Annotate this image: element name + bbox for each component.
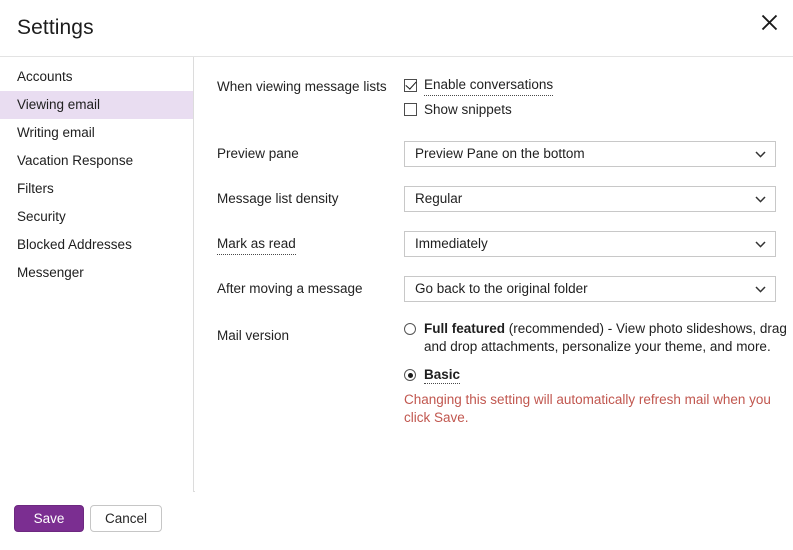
sidebar-item-label: Viewing email [17, 97, 100, 112]
sidebar-item-vacation-response[interactable]: Vacation Response [0, 147, 193, 175]
sidebar-item-security[interactable]: Security [0, 203, 193, 231]
select-message-list-density[interactable]: Regular [404, 186, 776, 212]
select-mark-as-read-value: Immediately [415, 232, 488, 256]
radio-label-basic-bold: Basic [424, 367, 460, 384]
sidebar-item-label: Accounts [17, 69, 73, 84]
checkbox-box-unchecked-icon [404, 103, 417, 116]
select-preview-pane[interactable]: Preview Pane on the bottom [404, 141, 776, 167]
close-x-icon [761, 14, 778, 31]
page-title: Settings [17, 15, 94, 41]
select-after-moving-message-value: Go back to the original folder [415, 277, 588, 301]
settings-sidebar: Accounts Viewing email Writing email Vac… [0, 57, 194, 492]
save-button[interactable]: Save [14, 505, 84, 532]
label-message-list-density: Message list density [217, 190, 339, 208]
chevron-down-icon [755, 232, 766, 256]
checkbox-show-snippets[interactable]: Show snippets [404, 100, 553, 119]
close-button[interactable] [753, 6, 785, 38]
sidebar-item-label: Blocked Addresses [17, 237, 132, 252]
checkbox-enable-conversations[interactable]: Enable conversations [404, 76, 553, 95]
select-after-moving-message[interactable]: Go back to the original folder [404, 276, 776, 302]
radio-unselected-icon [404, 323, 416, 335]
radio-selected-icon [404, 369, 416, 381]
radio-label-basic: Basic [424, 366, 789, 384]
field-mail-version: Full featured (recommended) - View photo… [404, 320, 789, 427]
sidebar-item-label: Security [17, 209, 66, 224]
radio-label-full-featured-bold: Full featured [424, 321, 505, 336]
sidebar-item-label: Vacation Response [17, 153, 133, 168]
sidebar-item-label: Writing email [17, 125, 95, 140]
checkbox-box-checked-icon [404, 79, 417, 92]
radio-full-featured[interactable]: Full featured (recommended) - View photo… [404, 320, 789, 356]
label-mail-version: Mail version [217, 327, 289, 345]
radio-basic[interactable]: Basic [404, 366, 789, 384]
sidebar-item-messenger[interactable]: Messenger [0, 259, 193, 287]
mail-version-warning-text: Changing this setting will automatically… [404, 391, 772, 427]
radio-label-full-featured: Full featured (recommended) - View photo… [424, 320, 789, 356]
dialog-body: Accounts Viewing email Writing email Vac… [0, 57, 793, 492]
checkbox-label-enable-conversations: Enable conversations [424, 76, 553, 96]
dialog-footer: Save Cancel [0, 493, 793, 550]
select-message-list-density-value: Regular [415, 187, 462, 211]
sidebar-item-blocked-addresses[interactable]: Blocked Addresses [0, 231, 193, 259]
select-mark-as-read[interactable]: Immediately [404, 231, 776, 257]
checkbox-label-show-snippets: Show snippets [424, 101, 512, 119]
chevron-down-icon [755, 187, 766, 211]
label-after-moving-a-message: After moving a message [217, 280, 363, 298]
chevron-down-icon [755, 142, 766, 166]
sidebar-item-label: Filters [17, 181, 54, 196]
settings-dialog: Settings Accounts Viewing email Writing … [0, 0, 793, 550]
sidebar-item-viewing-email[interactable]: Viewing email [0, 91, 193, 119]
label-when-viewing-message-lists: When viewing message lists [217, 78, 387, 96]
cancel-button[interactable]: Cancel [90, 505, 162, 532]
chevron-down-icon [755, 277, 766, 301]
field-message-lists: Enable conversations Show snippets [404, 76, 553, 124]
select-preview-pane-value: Preview Pane on the bottom [415, 142, 585, 166]
settings-main-panel: When viewing message lists Enable conver… [195, 57, 793, 492]
label-mark-as-read: Mark as read [217, 235, 296, 255]
dialog-header: Settings [0, 0, 793, 57]
sidebar-item-filters[interactable]: Filters [0, 175, 193, 203]
label-preview-pane: Preview pane [217, 145, 299, 163]
sidebar-item-accounts[interactable]: Accounts [0, 63, 193, 91]
sidebar-item-writing-email[interactable]: Writing email [0, 119, 193, 147]
sidebar-item-label: Messenger [17, 265, 84, 280]
